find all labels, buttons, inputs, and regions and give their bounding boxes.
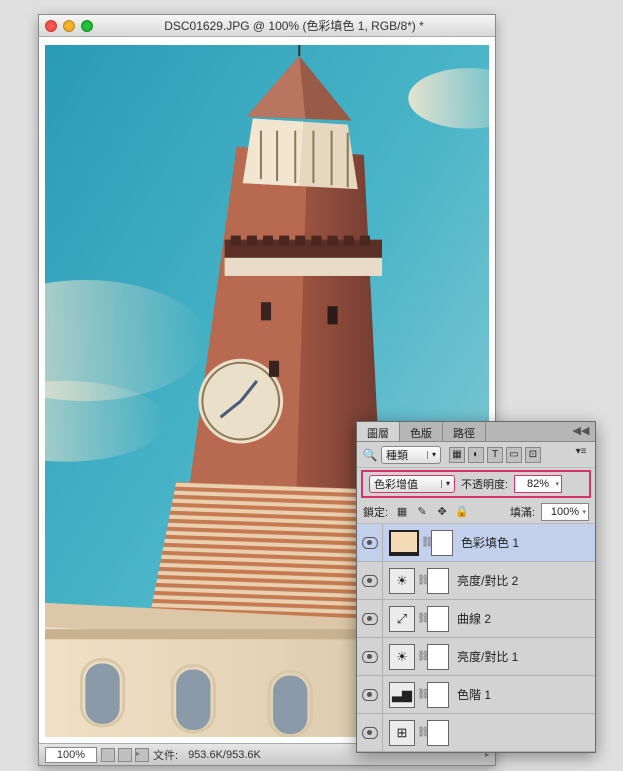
layer-name[interactable]: 亮度/對比 2 (449, 572, 518, 589)
eye-icon (362, 537, 378, 549)
lock-transparency-icon[interactable]: ▦ (394, 504, 410, 520)
filter-adjustment-icon[interactable]: ◐ (468, 447, 484, 463)
zoom-field[interactable]: 100% (45, 747, 97, 763)
adjustment-thumbnail[interactable]: ☀ (389, 644, 415, 670)
mask-thumbnail[interactable] (427, 644, 449, 670)
opacity-label: 不透明度: (461, 476, 508, 492)
traffic-lights (45, 20, 93, 32)
mask-thumbnail[interactable] (427, 568, 449, 594)
link-icon: ⛓ (417, 613, 425, 624)
layer-thumbnails: ⛓ (383, 530, 453, 556)
mask-thumbnail[interactable] (427, 682, 449, 708)
collapse-icon[interactable]: ◀◀ (571, 424, 591, 437)
filter-shape-icon[interactable]: ▭ (506, 447, 522, 463)
fill-input[interactable]: 100% ▾ (541, 503, 589, 521)
link-icon: ⛓ (417, 651, 425, 662)
lock-buttons: ▦ ✎ ✥ 🔒 (394, 504, 470, 520)
tab-layers[interactable]: 圖層 (357, 422, 400, 441)
layer-row[interactable]: ⛓ 色彩填色 1 (357, 524, 595, 562)
tab-paths[interactable]: 路徑 (443, 422, 486, 441)
filter-kind-dropdown[interactable]: 種類 ▾ (381, 446, 441, 464)
chevron-down-icon: ▾ (556, 480, 560, 488)
visibility-toggle[interactable] (357, 714, 383, 751)
eye-icon (362, 727, 378, 739)
tab-channels[interactable]: 色版 (400, 422, 443, 441)
link-icon: ⛓ (417, 689, 425, 700)
layer-name[interactable]: 亮度/對比 1 (449, 648, 518, 665)
layer-row[interactable]: ⊞⛓ (357, 714, 595, 752)
chevron-down-icon: ▾ (582, 508, 586, 516)
layer-thumbnails: ⊞⛓ (383, 720, 449, 746)
link-icon: ⛓ (421, 537, 429, 548)
lock-fill-row: 鎖定: ▦ ✎ ✥ 🔒 填滿: 100% ▾ (357, 500, 595, 524)
layer-thumbnails: ⤢⛓ (383, 606, 449, 632)
blend-opacity-row: 色彩增值 ▾ 不透明度: 82% ▾ (361, 470, 591, 498)
layer-name[interactable]: 色階 1 (449, 686, 491, 703)
link-icon: ⛓ (417, 575, 425, 586)
zoom-button[interactable] (81, 20, 93, 32)
minimize-button[interactable] (63, 20, 75, 32)
filter-row: 🔍 種類 ▾ ▦ ◐ T ▭ ⊡ (357, 442, 595, 468)
layer-row[interactable]: ☀⛓亮度/對比 1 (357, 638, 595, 676)
status-icon[interactable] (118, 748, 132, 762)
layer-thumbnails: ▃▆⛓ (383, 682, 449, 708)
adjustment-thumbnail[interactable]: ⤢ (389, 606, 415, 632)
layer-name[interactable]: 曲線 2 (449, 610, 491, 627)
eye-icon (362, 689, 378, 701)
lock-label: 鎖定: (363, 504, 388, 520)
lock-all-icon[interactable]: 🔒 (454, 504, 470, 520)
eye-icon (362, 575, 378, 587)
panel-tabs: 圖層 色版 路徑 ◀◀ (357, 422, 595, 442)
eye-icon (362, 651, 378, 663)
status-dropdown-icon[interactable]: ▸ (135, 748, 149, 762)
fill-label: 填滿: (510, 504, 535, 520)
search-icon: 🔍 (363, 448, 377, 462)
filter-kind-label: 種類 (386, 447, 408, 463)
layers-panel: 圖層 色版 路徑 ◀◀ ▾≡ 🔍 種類 ▾ ▦ ◐ T ▭ ⊡ 色彩增值 ▾ 不… (356, 421, 596, 753)
layer-row[interactable]: ▃▆⛓色階 1 (357, 676, 595, 714)
filter-pixel-icon[interactable]: ▦ (449, 447, 465, 463)
layer-name[interactable]: 色彩填色 1 (453, 534, 519, 551)
titlebar: DSC01629.JPG @ 100% (色彩填色 1, RGB/8*) * (39, 15, 495, 37)
mask-thumbnail[interactable] (431, 530, 453, 556)
filter-smart-icon[interactable]: ⊡ (525, 447, 541, 463)
visibility-toggle[interactable] (357, 600, 383, 637)
adjustment-thumbnail[interactable]: ☀ (389, 568, 415, 594)
layer-thumbnails: ☀⛓ (383, 568, 449, 594)
fill-value: 100% (551, 506, 579, 518)
chevron-down-icon: ▾ (441, 480, 450, 488)
layer-row[interactable]: ☀⛓亮度/對比 2 (357, 562, 595, 600)
visibility-toggle[interactable] (357, 524, 383, 561)
layer-list: ⛓色彩填色 1☀⛓亮度/對比 2⤢⛓曲線 2☀⛓亮度/對比 1▃▆⛓色階 1⊞⛓ (357, 524, 595, 752)
status-icon[interactable] (101, 748, 115, 762)
visibility-toggle[interactable] (357, 562, 383, 599)
file-label: 文件: (153, 747, 178, 763)
link-icon: ⛓ (417, 727, 425, 738)
lock-position-icon[interactable]: ✥ (434, 504, 450, 520)
close-button[interactable] (45, 20, 57, 32)
panel-menu-icon[interactable]: ▾≡ (571, 442, 591, 460)
mask-thumbnail[interactable] (427, 606, 449, 632)
fill-thumbnail[interactable] (389, 530, 419, 556)
adjustment-thumbnail[interactable]: ⊞ (389, 720, 415, 746)
blend-mode-dropdown[interactable]: 色彩增值 ▾ (369, 475, 455, 493)
filter-type-buttons: ▦ ◐ T ▭ ⊡ (449, 447, 541, 463)
layer-row[interactable]: ⤢⛓曲線 2 (357, 600, 595, 638)
chevron-down-icon: ▾ (427, 451, 436, 459)
eye-icon (362, 613, 378, 625)
adjustment-thumbnail[interactable]: ▃▆ (389, 682, 415, 708)
filter-type-icon[interactable]: T (487, 447, 503, 463)
lock-paint-icon[interactable]: ✎ (414, 504, 430, 520)
opacity-value: 82% (527, 478, 549, 490)
layer-thumbnails: ☀⛓ (383, 644, 449, 670)
status-icons: ▸ (101, 748, 149, 762)
mask-thumbnail[interactable] (427, 720, 449, 746)
visibility-toggle[interactable] (357, 638, 383, 675)
opacity-input[interactable]: 82% ▾ (514, 475, 562, 493)
window-title: DSC01629.JPG @ 100% (色彩填色 1, RGB/8*) * (99, 17, 489, 34)
blend-mode-value: 色彩增值 (374, 476, 418, 492)
visibility-toggle[interactable] (357, 676, 383, 713)
